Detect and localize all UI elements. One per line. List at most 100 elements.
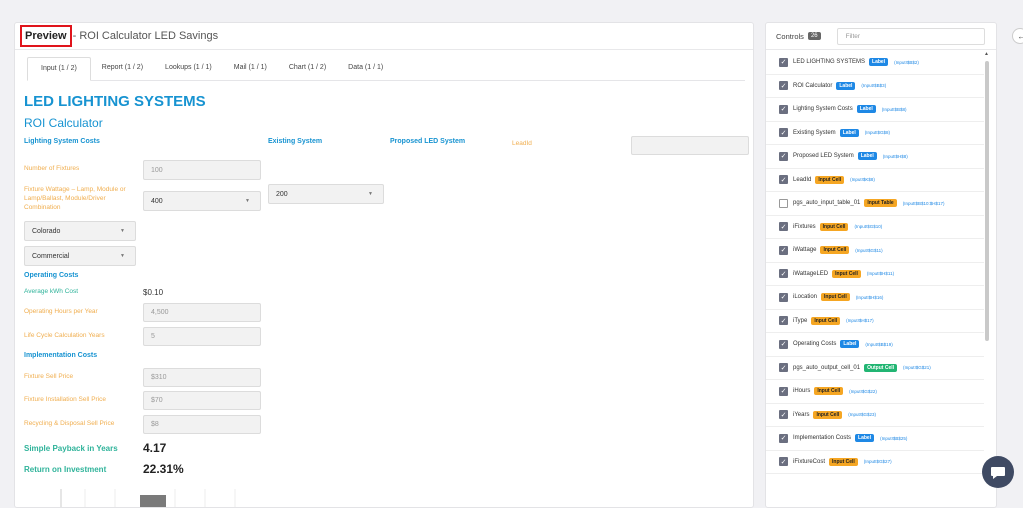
control-row[interactable]: ✓ pgs_auto_output_cell_01 Output Cell (Inpu…	[766, 357, 984, 380]
collapse-panel-button[interactable]: ←	[1012, 28, 1023, 44]
control-name: Implementation Costs	[793, 435, 852, 442]
control-row[interactable]: ✓ iType Input Cell (Input!$H$17)	[766, 310, 984, 333]
control-checkbox[interactable]: ✓	[779, 292, 788, 302]
scroll-up-icon[interactable]: ▲	[984, 51, 989, 57]
control-type-badge: Input Cell	[829, 457, 858, 466]
control-name: Existing System	[793, 129, 836, 136]
control-row[interactable]: ✓ iLocation Input Cell (Input!$H$16)	[766, 286, 984, 310]
chat-bubble-icon	[991, 467, 1005, 479]
control-type-badge: Input Cell	[815, 175, 845, 184]
tab-report[interactable]: Report (1 / 2)	[91, 57, 154, 81]
control-checkbox[interactable]: ✓	[779, 410, 788, 420]
wattage-existing-select[interactable]: 400 ▼	[143, 191, 261, 211]
tab-data[interactable]: Data (1 / 1)	[337, 57, 394, 81]
control-name: iType	[793, 317, 808, 324]
control-row[interactable]: ✓ iYears Input Cell (Input!$G$23)	[766, 404, 984, 427]
control-row[interactable]: ✓ Lighting System Costs Label (Input!$B$8)	[766, 98, 984, 122]
control-row[interactable]: ✓ LeadId Input Cell (Input!$K$8)	[766, 169, 984, 192]
existing-system-heading: Existing System	[268, 138, 323, 145]
control-cell-reference: (Input!$G$10)	[854, 224, 883, 230]
fixture-price-input[interactable]: $310	[143, 368, 261, 387]
control-checkbox[interactable]: ✓	[779, 151, 788, 161]
controls-list: ✓ LED LIGHTING SYSTEMS Label (Input!$B$2) ✓ R…	[766, 51, 984, 474]
control-type-badge: Label	[836, 81, 856, 90]
wattage-led-select[interactable]: 200 ▼	[268, 184, 384, 204]
sheet-tabs: Input (1 / 2) Report (1 / 2) Lookups (1 …	[27, 57, 745, 81]
control-cell-reference: (Input!$K$8)	[850, 177, 875, 183]
control-row[interactable]: ✓ Existing System Label (Input!$G$8)	[766, 122, 984, 145]
control-name: iFixtures	[793, 223, 816, 230]
chart-bar	[140, 495, 166, 507]
control-type-badge: Label	[856, 105, 876, 114]
roi-label: Return on Investment	[24, 465, 107, 474]
control-checkbox[interactable]: ✓	[779, 57, 788, 67]
control-name: iLocation	[793, 294, 818, 301]
chevron-down-icon: ▼	[245, 198, 250, 204]
control-type-badge: Label	[839, 128, 859, 137]
type-select[interactable]: Commercial ▼	[24, 246, 136, 266]
recycle-price-label: Recycling & Disposal Sell Price	[24, 420, 115, 427]
control-checkbox[interactable]: ✓	[779, 269, 788, 279]
control-cell-reference: (Input!$B$3)	[861, 83, 887, 89]
controls-filter-input[interactable]: Filter	[836, 27, 985, 45]
tab-lookups[interactable]: Lookups (1 / 1)	[154, 57, 223, 81]
control-row[interactable]: ✓ ROI Calculator Label (Input!$B$3)	[766, 75, 984, 98]
control-checkbox[interactable]: ✓	[779, 222, 788, 232]
controls-title: Controls	[776, 31, 804, 41]
control-checkbox[interactable]: ✓	[779, 104, 788, 114]
location-select[interactable]: Colorado ▼	[24, 221, 136, 241]
control-cell-reference: (Input!$H$8)	[882, 153, 908, 159]
control-checkbox[interactable]: ✓	[779, 386, 788, 396]
control-name: iYears	[793, 411, 810, 418]
control-cell-reference: (Input!$G$11)	[855, 247, 883, 253]
control-checkbox[interactable]: ✓	[779, 175, 788, 185]
control-checkbox[interactable]: ✓	[779, 245, 788, 255]
control-checkbox[interactable]: ✓	[779, 457, 788, 467]
control-cell-reference: (Input!$H$11)	[866, 271, 895, 277]
hours-input[interactable]: 4,500	[143, 303, 261, 322]
leadid-input[interactable]	[631, 136, 749, 155]
wattage-label-line2: Lamp/Ballast, Module/Driver	[24, 195, 106, 202]
control-row[interactable]: ✓ iWattageLED Input Cell (Input!$H$11)	[766, 263, 984, 286]
control-name: Lighting System Costs	[793, 106, 853, 113]
install-price-input[interactable]: $70	[143, 391, 261, 410]
control-checkbox[interactable]: ✓	[779, 81, 788, 91]
control-row[interactable]: ✓ iFixtureCost Input Cell (Input!$G$27)	[766, 451, 984, 474]
location-value: Colorado	[32, 227, 61, 235]
control-name: pgs_auto_output_cell_01	[793, 364, 861, 371]
tab-input[interactable]: Input (1 / 2)	[27, 57, 91, 81]
years-input[interactable]: 5	[143, 327, 261, 346]
control-row[interactable]: ✓ iWattage Input Cell (Input!$G$11)	[766, 239, 984, 263]
control-row[interactable]: ✓ iFixtures Input Cell (Input!$G$10)	[766, 216, 984, 239]
control-row[interactable]: ✓ Implementation Costs Label (Input!$B$25)	[766, 427, 984, 451]
control-cell-reference: (Input!$H$16)	[855, 294, 884, 300]
tab-mail[interactable]: Mail (1 / 1)	[223, 57, 278, 81]
control-checkbox[interactable]: ✓	[779, 433, 788, 443]
control-cell-reference: (Input!$B$2)	[894, 59, 919, 65]
tab-chart[interactable]: Chart (1 / 2)	[278, 57, 337, 81]
num-fixtures-label: Number of Fixtures	[24, 165, 80, 172]
roi-value: 22.31%	[143, 462, 184, 476]
control-row[interactable]: ✓ Operating Costs Label (Input!$B$19)	[766, 333, 984, 357]
control-name: pgs_auto_input_table_01	[793, 200, 861, 207]
controls-header: Controls 26 Filter	[766, 23, 996, 50]
chevron-down-icon: ▼	[120, 228, 125, 234]
avg-kwh-label: Average kWh Cost	[24, 288, 79, 295]
mini-chart-preview	[60, 489, 236, 507]
control-checkbox[interactable]: ✓	[779, 339, 788, 349]
control-checkbox[interactable]: ✓	[779, 316, 788, 326]
control-checkbox[interactable]	[779, 198, 788, 208]
control-cell-reference: (Input!$G$21)	[903, 365, 931, 371]
sheet-subtitle: ROI Calculator	[24, 116, 103, 130]
control-checkbox[interactable]: ✓	[779, 363, 788, 373]
chat-widget-button[interactable]	[982, 456, 1014, 488]
control-row[interactable]: pgs_auto_input_table_01 Input Table (Input…	[766, 192, 984, 216]
control-row[interactable]: ✓ iHours Input Cell (Input!$G$22)	[766, 380, 984, 404]
recycle-price-input[interactable]: $8	[143, 415, 261, 434]
control-row[interactable]: ✓ Proposed LED System Label (Input!$H$8)	[766, 145, 984, 169]
controls-scrollbar[interactable]	[985, 61, 989, 341]
workbook-title: - ROI Calculator LED Savings	[72, 30, 219, 42]
control-checkbox[interactable]: ✓	[779, 128, 788, 138]
num-fixtures-input[interactable]: 100	[143, 160, 261, 180]
control-row[interactable]: ✓ LED LIGHTING SYSTEMS Label (Input!$B$2)	[766, 51, 984, 75]
